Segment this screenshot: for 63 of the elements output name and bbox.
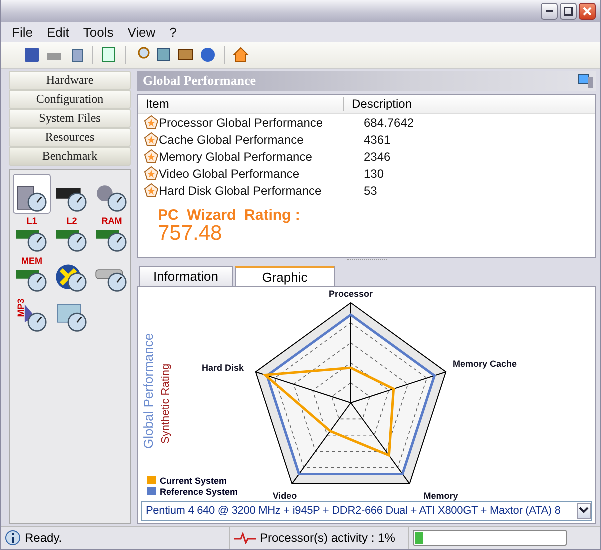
table-cell-text: Video Global Performance [159, 166, 301, 180]
activity-text: Processor(s) activity : 1% [260, 531, 396, 545]
award-icon [144, 115, 159, 130]
legend-label: Reference System [160, 487, 238, 497]
table-cell-text: 2346 [363, 150, 391, 164]
info-icon [5, 530, 21, 546]
award-icon [144, 166, 159, 181]
memory-benchmark-button[interactable]: MEM [13, 254, 51, 294]
pulse-icon [234, 532, 256, 544]
award-icon [144, 132, 159, 147]
menu-item[interactable]: ? [162, 24, 184, 40]
table-cell-text: Cache Global Performance [159, 132, 305, 146]
maximize-icon [564, 6, 573, 16]
table-cell-text: 53 [363, 184, 378, 198]
sidebar-item[interactable]: Hardware [9, 71, 131, 90]
close-button[interactable] [579, 2, 596, 20]
menu-item[interactable]: Edit [40, 24, 76, 40]
table-cell-text: Processor Global Performance [159, 116, 324, 130]
rating-value: 757.48 [158, 224, 224, 244]
sidebar-item[interactable]: Configuration [9, 90, 131, 109]
table-cell-text: 684.7642 [363, 116, 414, 130]
system-select[interactable]: Pentium 4 640 @ 3200 MHz + i945P + DDR2-666 Dual + ATI X800GT + Maxtor (ATA) 8 [141, 501, 592, 521]
chart-title: Global Performance [141, 333, 156, 449]
status-message: Ready. [25, 531, 62, 545]
minimize-icon [546, 10, 553, 12]
tab[interactable]: Information [139, 266, 233, 286]
sidebar-item[interactable]: Resources [9, 128, 131, 147]
axis-label: Video [272, 491, 298, 501]
table-cell-text: 4361 [363, 132, 391, 146]
axis-label: Processor [328, 289, 374, 299]
music-benchmark-button[interactable]: MP3 [13, 294, 51, 334]
column-header[interactable]: Item [138, 97, 344, 111]
memory-benchmark-button[interactable]: RAM [93, 214, 131, 254]
axis-label: Hard Disk [202, 363, 244, 373]
dropdown-button[interactable] [577, 503, 591, 519]
award-icon [144, 183, 159, 198]
home-icon[interactable] [232, 46, 250, 64]
minimize-button[interactable] [541, 2, 558, 20]
table-cell-text: Memory Global Performance [159, 150, 314, 164]
chart-subtitle: Synthetic Rating [160, 364, 172, 444]
column-header[interactable]: Description [344, 97, 412, 111]
sidebar-item[interactable]: Benchmark [9, 147, 131, 166]
tab[interactable]: Graphic [235, 266, 335, 286]
legend-label: Current System [160, 476, 228, 486]
menu-item[interactable]: File [5, 24, 40, 40]
computer-benchmark-button[interactable] [13, 174, 51, 214]
table-cell-text: Hard Disk Global Performance [159, 184, 323, 198]
axis-label: Memory Cache [453, 359, 518, 369]
menu-item[interactable]: Tools [76, 24, 121, 40]
gauge-icon [94, 183, 130, 213]
chevron-down-icon [579, 507, 589, 515]
award-icon [144, 149, 159, 164]
table-cell-text: 130 [363, 166, 384, 180]
panel-title: Global Performance [143, 73, 256, 89]
gauge-icon [54, 263, 90, 293]
axis-label: Memory [424, 491, 458, 501]
memory-benchmark-button[interactable]: L2 [53, 214, 91, 254]
menu-item[interactable]: View [120, 24, 163, 40]
rating-label: PC Wizard Rating : [158, 207, 302, 224]
close-icon [583, 6, 592, 16]
maximize-button[interactable] [560, 2, 577, 20]
memory-benchmark-button[interactable]: L1 [13, 214, 51, 254]
sidebar-item[interactable]: System Files [9, 109, 131, 128]
